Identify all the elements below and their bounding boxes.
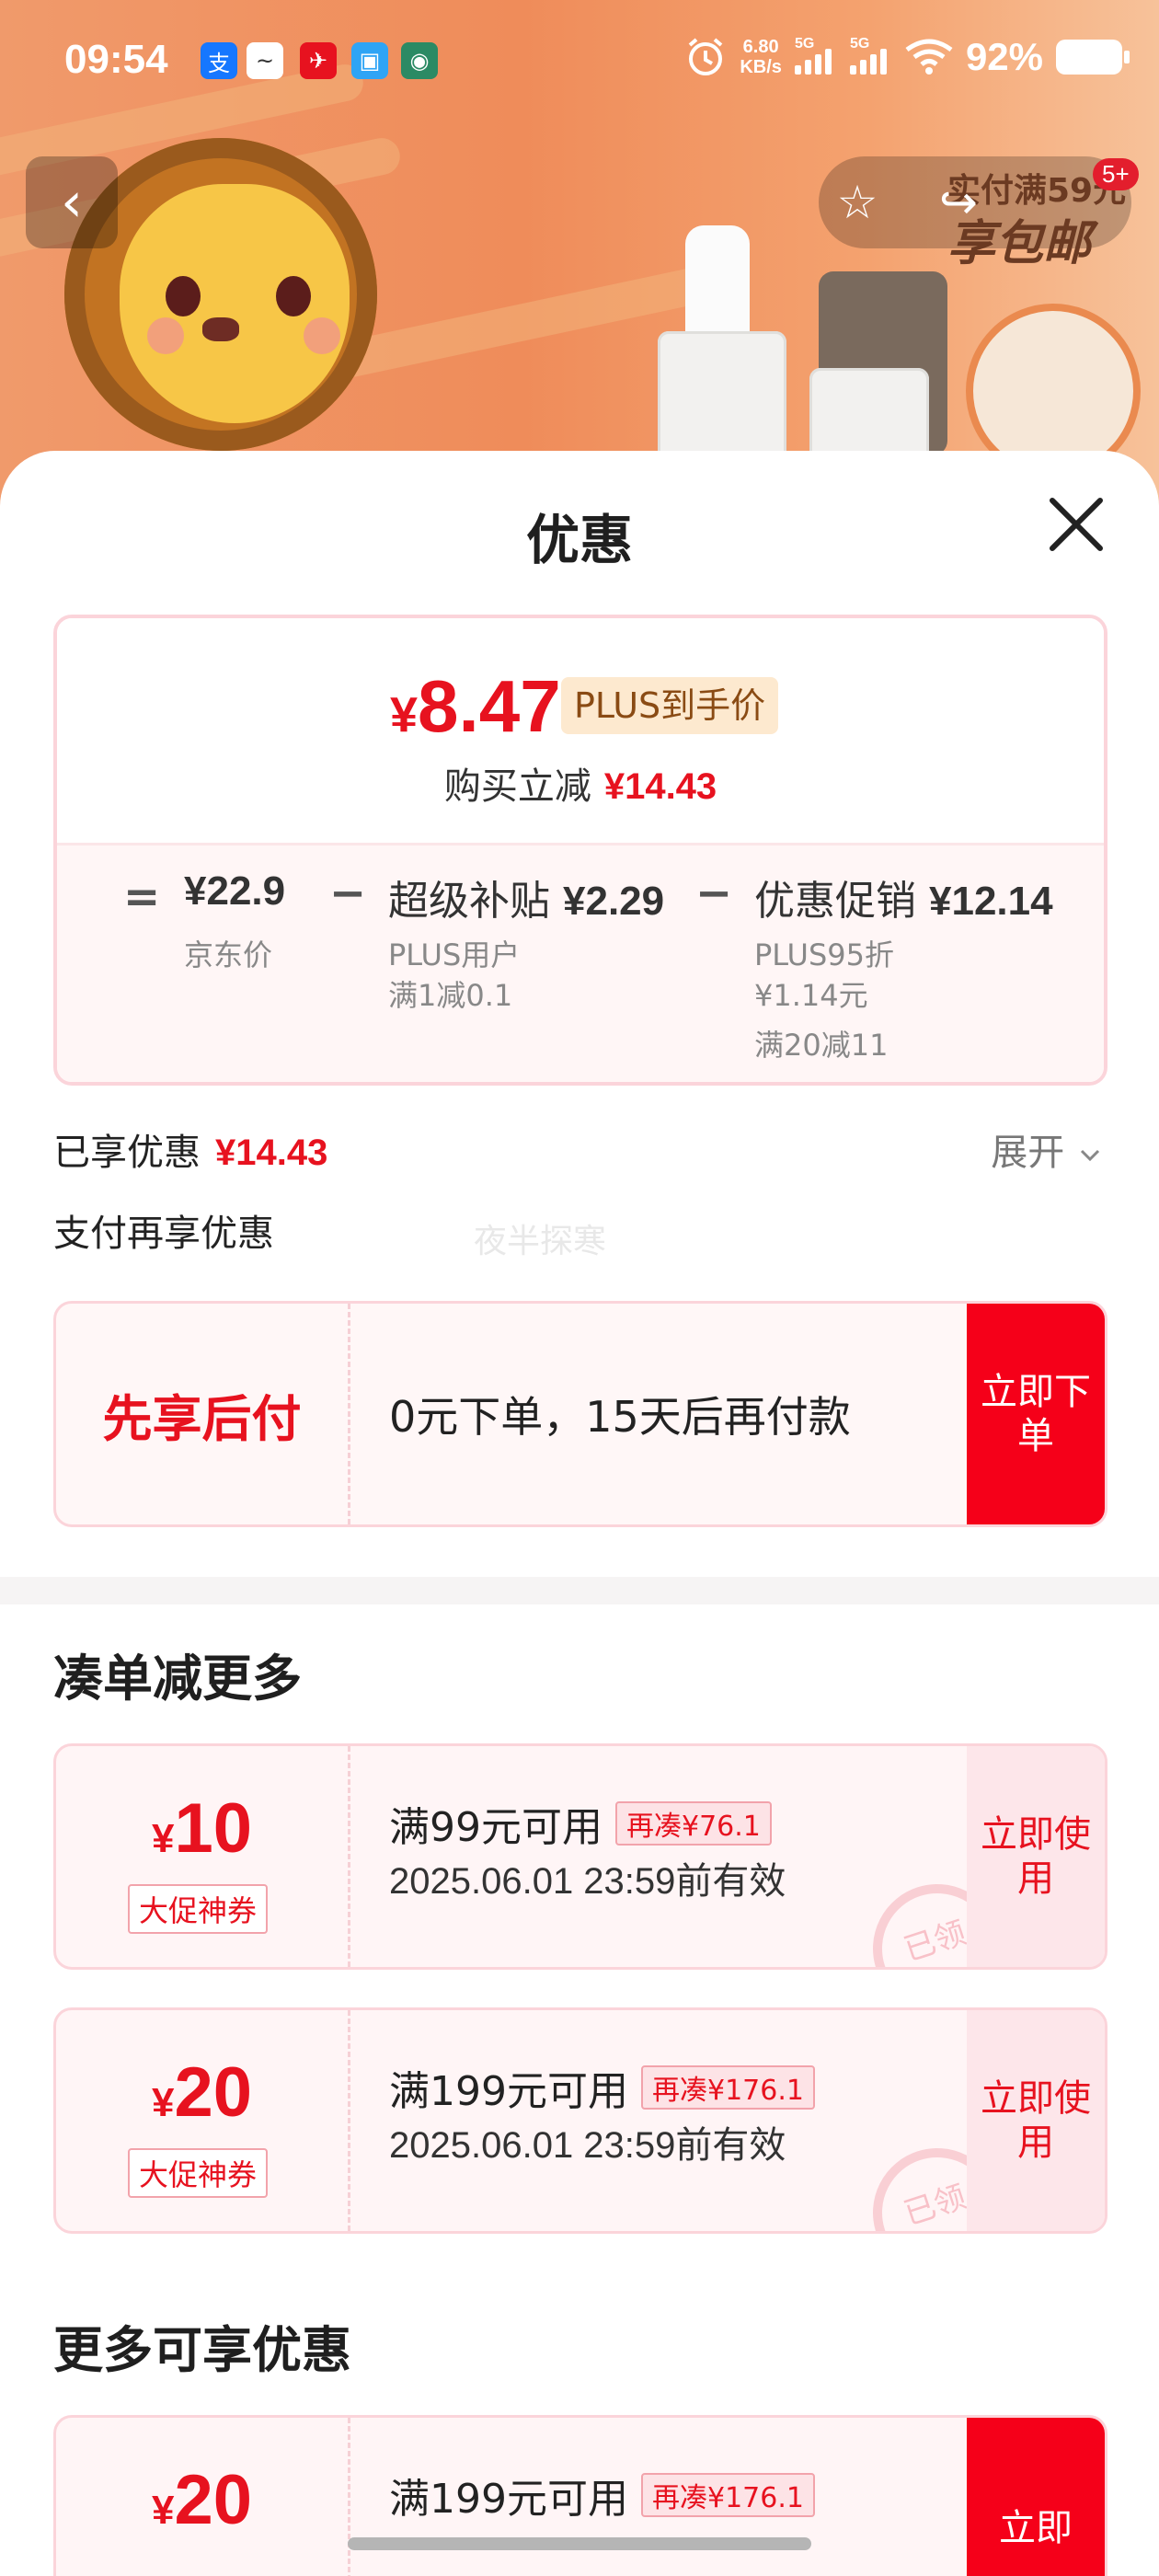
home-indicator[interactable] (348, 2537, 811, 2550)
minus-sign: − (329, 868, 367, 919)
coupon-condition: 满99元可用 再凑¥76.1 (389, 1794, 772, 1853)
coupon-expiry: 2025.06.01 23:59前有效 (389, 1861, 786, 1902)
share-icon[interactable]: ↪ (929, 173, 988, 232)
app-icon: ✈ (300, 42, 337, 79)
app-icon: ◉ (401, 42, 438, 79)
bundle-section-title: 凑单减更多 (53, 1650, 302, 1708)
use-coupon-button[interactable]: 立即 (967, 2418, 1105, 2576)
coupon-amount: ¥10 (151, 1789, 253, 1868)
jd-price: ¥22.9 (184, 868, 286, 914)
app-icon: ~ (247, 42, 283, 79)
status-bar: 09:54 支 ~ ✈ ▣ ◉ 6.80 KB/s 5G 5G 92% (0, 0, 1159, 129)
order-now-button[interactable]: 立即下单 (967, 1304, 1105, 1524)
coupon-amount: ¥20 (151, 2053, 253, 2132)
app-icon: ▣ (351, 42, 388, 79)
sheet-title: 优惠 (525, 509, 633, 571)
coupon-card: ¥20 大促神券 满199元可用 再凑¥176.1 2025.06.01 23:5… (53, 2007, 1107, 2234)
battery-icon (1056, 40, 1130, 75)
favorite-star-icon[interactable]: ☆ (828, 173, 887, 232)
close-icon[interactable] (1039, 488, 1113, 561)
promo-sub2: ¥1.14元 (754, 978, 868, 1013)
subsidy-sub1: PLUS用户 (388, 937, 521, 972)
more-offers-section-title: 更多可享优惠 (53, 2321, 351, 2379)
status-time: 09:54 (64, 37, 168, 82)
pay-more-label: 支付再享优惠 (53, 1213, 274, 1255)
watermark: 夜半探寒 (474, 1223, 607, 1260)
equals-sign: = (123, 871, 161, 923)
alipay-icon: 支 (201, 42, 237, 79)
buy-now-pay-later-card: 先享后付 0元下单，15天后再付款 立即下单 (53, 1301, 1107, 1527)
buy-reduce: 购买立减 ¥14.43 (443, 765, 717, 808)
net-speed: 6.80 KB/s (740, 37, 782, 77)
price-breakdown-card: ¥8.47 PLUS到手价 购买立减 ¥14.43 = ¥22.9 京东价 − 超… (53, 615, 1107, 1086)
use-coupon-button[interactable]: 立即使用 (967, 1746, 1105, 1967)
bnpl-title: 先享后付 (56, 1304, 350, 1524)
subsidy-sub2: 满1减0.1 (388, 978, 513, 1013)
minus-sign: − (695, 868, 733, 919)
coupon-tag: 大促神券 (128, 2148, 269, 2198)
final-price: ¥8.47 (390, 665, 561, 747)
promo-sub1: PLUS95折 (754, 937, 894, 972)
subsidy: 超级补贴 ¥2.29 (388, 878, 665, 925)
coupon-card: ¥10 大促神券 满99元可用 再凑¥76.1 2025.06.01 23:59前… (53, 1743, 1107, 1970)
coupon-condition: 满199元可用 再凑¥176.1 (389, 2466, 815, 2524)
coupon-expiry: 2025.06.01 23:59前有效 (389, 2125, 786, 2166)
jd-price-label: 京东价 (184, 937, 273, 972)
signal-icon: 5G (849, 36, 892, 75)
chevron-down-icon (1080, 1149, 1100, 1162)
promo: 优惠促销 ¥12.14 (754, 878, 1053, 925)
alarm-icon (689, 38, 723, 75)
promo-sub3: 满20减11 (754, 1028, 889, 1063)
product-bottle (658, 331, 786, 469)
bnpl-desc: 0元下单，15天后再付款 (389, 1392, 851, 1442)
enjoyed-discount: 已享优惠 ¥14.43 (53, 1132, 328, 1174)
wifi-icon (905, 39, 953, 75)
discount-sheet: 优惠 ¥8.47 PLUS到手价 购买立减 ¥14.43 = ¥22.9 京东价 … (0, 451, 1159, 2576)
use-coupon-button[interactable]: 立即使用 (967, 2010, 1105, 2231)
section-divider (0, 1577, 1159, 1604)
expand-toggle[interactable]: 展开 (991, 1122, 1104, 1176)
cart-count-badge: 5+ (1093, 158, 1139, 190)
back-button[interactable]: ‹ (26, 156, 118, 248)
coupon-condition: 满199元可用 再凑¥176.1 (389, 2058, 815, 2117)
coupon-card: ¥20 满199元可用 再凑¥176.1 立即 (53, 2415, 1107, 2576)
signal-icon: 5G (794, 36, 837, 75)
battery-percent: 92% (965, 35, 1043, 78)
coupon-amount: ¥20 (151, 2461, 253, 2539)
coupon-tag: 大促神券 (128, 1884, 269, 1934)
plus-price-badge: PLUS到手价 (561, 677, 779, 734)
